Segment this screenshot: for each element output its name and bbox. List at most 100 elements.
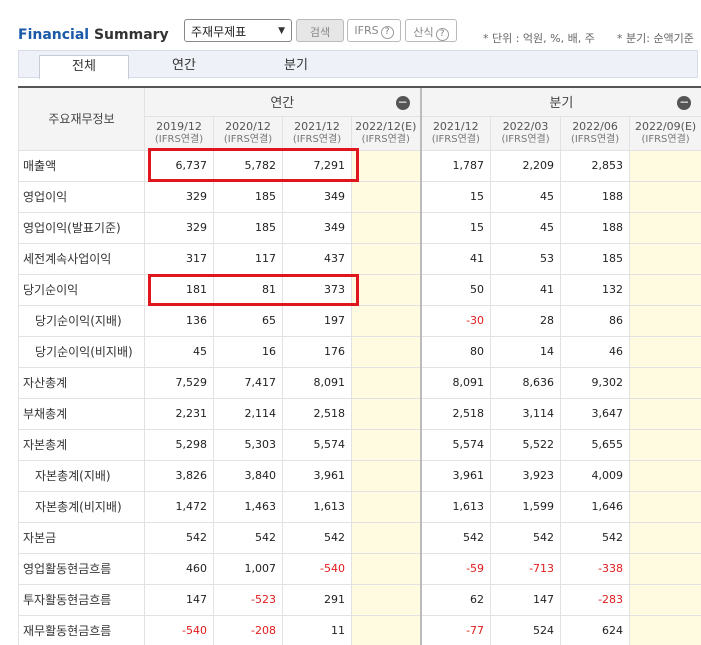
value-cell	[629, 366, 701, 399]
table-row: 영업활동현금흐름 460 1,007 -540 -59 -713 -338	[18, 552, 701, 585]
value-cell: 1,472	[144, 490, 214, 523]
row-label: 영업이익(발표기준)	[18, 211, 145, 244]
value-cell: 524	[490, 614, 562, 645]
statement-type-select[interactable]: 주재무제표 ▼	[184, 19, 292, 42]
value-cell	[629, 335, 701, 368]
value-cell: 1,787	[419, 149, 492, 182]
value-cell: 45	[490, 180, 562, 213]
search-button-label: 검색	[309, 26, 331, 39]
row-label: 자본총계	[18, 428, 145, 461]
value-cell	[629, 149, 701, 182]
period-label: 2022/09(E)	[634, 120, 697, 133]
period-label: 2019/12	[156, 120, 202, 133]
summary-header: Financial Summary 주재무제표 ▼ 검색 IFRS? 산식? *…	[0, 0, 701, 50]
value-cell: 4,009	[560, 459, 631, 492]
value-cell: 46	[560, 335, 631, 368]
table-row: 투자활동현금흐름 147 -523 291 62 147 -283	[18, 583, 701, 616]
table-row: 영업이익 329 185 349 15 45 188	[18, 180, 701, 213]
period-header: 2021/12 (IFRS연결)	[282, 115, 352, 151]
search-button[interactable]: 검색	[296, 19, 344, 42]
tab-all[interactable]: 전체	[39, 55, 129, 79]
value-cell: 5,782	[213, 149, 283, 182]
value-cell: 41	[419, 242, 492, 275]
period-label: 2021/12	[294, 120, 340, 133]
value-cell: 2,209	[490, 149, 562, 182]
value-cell: 2,114	[213, 397, 283, 430]
value-cell: 45	[490, 211, 562, 244]
value-cell: 11	[282, 614, 352, 645]
value-cell: 185	[560, 242, 631, 275]
value-cell: 1,007	[213, 552, 283, 585]
value-cell: -540	[144, 614, 214, 645]
value-cell: 2,231	[144, 397, 214, 430]
collapse-annual-icon[interactable]: −	[395, 96, 410, 110]
value-cell: 8,091	[282, 366, 352, 399]
period-label: 2022/03	[502, 120, 549, 133]
value-cell: 5,574	[282, 428, 352, 461]
value-cell: 3,826	[144, 459, 214, 492]
value-cell	[629, 614, 701, 645]
financial-summary-table: 주요재무정보 연간 − 분기 − 2019/12 (IFRS연결) 2020/12(…	[18, 86, 701, 645]
value-cell: 197	[282, 304, 352, 337]
value-cell: 3,114	[490, 397, 562, 430]
value-cell: 349	[282, 180, 352, 213]
period-label: 2021/12	[432, 120, 479, 133]
tab-quarter[interactable]: 분기	[251, 55, 341, 79]
period-header: 2020/12 (IFRS연결)	[213, 115, 283, 151]
value-cell: 7,291	[282, 149, 352, 182]
value-cell	[350, 552, 422, 585]
row-label: 자본총계(비지배)	[18, 490, 145, 523]
value-cell: 147	[144, 583, 214, 616]
value-cell: -208	[213, 614, 283, 645]
value-cell	[629, 211, 701, 244]
row-label: 재무활동현금흐름	[18, 614, 145, 645]
value-cell: 329	[144, 180, 214, 213]
table-row: 부채총계 2,231 2,114 2,518 2,518 3,114 3,647	[18, 397, 701, 430]
value-cell: 188	[560, 180, 631, 213]
value-cell: 542	[490, 521, 562, 554]
row-label: 부채총계	[18, 397, 145, 430]
ifrs-button[interactable]: IFRS?	[347, 19, 401, 42]
value-cell	[350, 397, 422, 430]
period-label: 2022/12(E)	[355, 120, 417, 133]
value-cell: 2,518	[419, 397, 492, 430]
page-title: Financial Summary	[18, 27, 169, 43]
value-cell	[629, 397, 701, 430]
value-cell: 3,923	[490, 459, 562, 492]
value-cell: -30	[419, 304, 492, 337]
chevron-down-icon: ▼	[278, 26, 285, 36]
value-cell: 1,599	[490, 490, 562, 523]
value-cell: 28	[490, 304, 562, 337]
table-row: 영업이익(발표기준) 329 185 349 15 45 188	[18, 211, 701, 244]
table-row: 세전계속사업이익 317 117 437 41 53 185	[18, 242, 701, 275]
value-cell: 542	[144, 521, 214, 554]
value-cell: 81	[213, 273, 283, 306]
value-cell: 8,636	[490, 366, 562, 399]
period-header: 2022/09(E) (IFRS연결)	[629, 115, 701, 151]
value-cell: 176	[282, 335, 352, 368]
value-cell: 45	[144, 335, 214, 368]
ifrs-note: (IFRS연결)	[501, 134, 550, 145]
period-header: 2021/12 (IFRS연결)	[419, 115, 492, 151]
tab-annual[interactable]: 연간	[139, 55, 229, 79]
question-icon: ?	[435, 28, 449, 41]
value-cell: 15	[419, 180, 492, 213]
value-cell	[350, 583, 422, 616]
value-cell: 1,463	[213, 490, 283, 523]
value-cell: 542	[282, 521, 352, 554]
table-row: 매출액 6,737 5,782 7,291 1,787 2,209 2,853	[18, 149, 701, 182]
statement-type-value: 주재무제표	[191, 25, 247, 39]
row-label: 영업이익	[18, 180, 145, 213]
ifrs-note: (IFRS연결)	[570, 134, 620, 145]
value-cell: -338	[560, 552, 631, 585]
value-cell	[350, 428, 422, 461]
period-header: 2019/12 (IFRS연결)	[144, 115, 214, 151]
value-cell	[350, 335, 422, 368]
value-cell: 50	[419, 273, 492, 306]
value-cell: 7,529	[144, 366, 214, 399]
title-part-financial: Financial	[18, 27, 90, 43]
value-cell: 329	[144, 211, 214, 244]
formula-button[interactable]: 산식?	[405, 19, 457, 42]
row-label: 당기순이익(비지배)	[18, 335, 145, 368]
collapse-quarter-icon[interactable]: −	[677, 96, 692, 110]
